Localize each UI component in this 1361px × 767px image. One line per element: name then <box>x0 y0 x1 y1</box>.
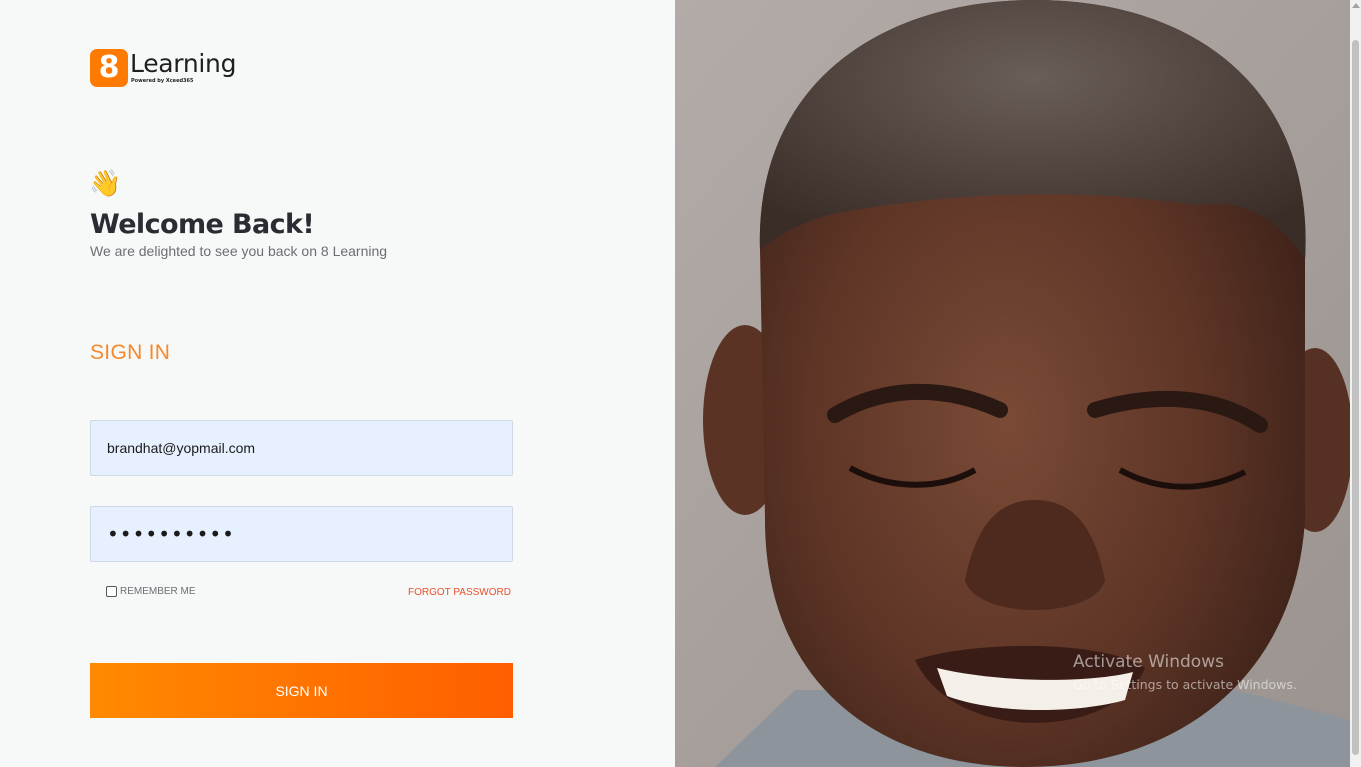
waving-hand-icon: 👋 <box>89 168 122 198</box>
welcome-title: Welcome Back! <box>90 209 315 240</box>
email-field[interactable]: brandhat@yopmail.com <box>90 420 513 476</box>
login-panel: 8 Learning Powered by Xceed365 👋 Welcome… <box>0 0 675 767</box>
remember-me-checkbox[interactable] <box>106 586 117 597</box>
logo-mark: 8 <box>90 49 128 87</box>
scroll-up-arrow-icon[interactable] <box>1352 3 1360 8</box>
sign-in-heading: SIGN IN <box>90 341 171 364</box>
remember-me[interactable]: REMEMBER ME <box>106 586 196 597</box>
logo-text: Learning Powered by Xceed365 <box>130 49 236 84</box>
watermark-subtitle: Go to Settings to activate Windows. <box>1073 677 1297 692</box>
remember-me-label: REMEMBER ME <box>120 586 196 597</box>
activate-windows-watermark: Activate Windows Go to Settings to activ… <box>1073 651 1297 695</box>
welcome-subtitle: We are delighted to see you back on 8 Le… <box>90 243 388 259</box>
brand-logo: 8 Learning Powered by Xceed365 <box>90 49 236 87</box>
scroll-thumb[interactable] <box>1352 40 1359 755</box>
sign-in-button[interactable]: SIGN IN <box>90 663 513 718</box>
logo-word: Learning <box>130 49 237 78</box>
watermark-title: Activate Windows <box>1073 652 1224 672</box>
forgot-password-link[interactable]: FORGOT PASSWORD <box>408 587 511 598</box>
password-field[interactable]: •••••••••• <box>90 506 513 562</box>
login-page: 8 Learning Powered by Xceed365 👋 Welcome… <box>0 0 1361 767</box>
page-scrollbar[interactable] <box>1350 0 1361 767</box>
